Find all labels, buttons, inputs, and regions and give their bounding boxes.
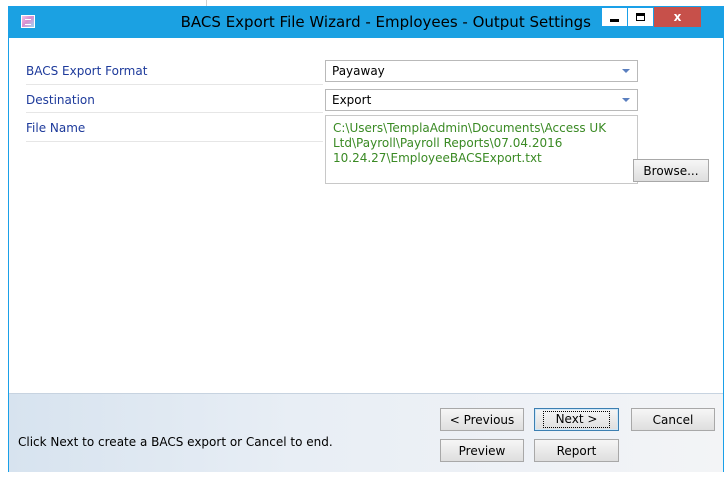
maximize-icon bbox=[636, 13, 645, 21]
previous-button[interactable]: < Previous bbox=[440, 408, 524, 431]
next-button-label: Next > bbox=[542, 411, 611, 428]
close-icon: x bbox=[673, 10, 682, 24]
maximize-button[interactable] bbox=[628, 7, 654, 27]
cancel-button[interactable]: Cancel bbox=[631, 408, 715, 431]
wizard-footer: Click Next to create a BACS export or Ca… bbox=[9, 393, 723, 472]
minimize-button[interactable] bbox=[601, 7, 628, 27]
window-title: BACS Export File Wizard - Employees - Ou… bbox=[180, 13, 591, 31]
chevron-down-icon bbox=[622, 98, 630, 102]
destination-dropdown-value: Export bbox=[332, 93, 372, 107]
close-button[interactable]: x bbox=[654, 7, 701, 27]
title-bar[interactable]: BACS Export File Wizard - Employees - Ou… bbox=[9, 7, 723, 38]
destination-label: Destination bbox=[26, 93, 95, 107]
file-name-field[interactable]: C:\Users\TemplaAdmin\Documents\Access UK… bbox=[325, 115, 638, 184]
format-row-divider bbox=[26, 84, 323, 85]
settings-panel: BACS Export Format Payaway Destination E… bbox=[9, 38, 723, 393]
report-button[interactable]: Report bbox=[534, 439, 619, 462]
file-name-row-divider bbox=[26, 141, 323, 142]
browse-button[interactable]: Browse... bbox=[633, 159, 709, 182]
chevron-down-icon bbox=[622, 69, 630, 73]
next-button[interactable]: Next > bbox=[534, 408, 619, 431]
wizard-window: BACS Export File Wizard - Employees - Ou… bbox=[8, 6, 724, 472]
file-name-label: File Name bbox=[26, 121, 86, 135]
destination-dropdown[interactable]: Export bbox=[325, 89, 638, 111]
destination-row-divider bbox=[26, 112, 323, 113]
format-label: BACS Export Format bbox=[26, 64, 148, 78]
footer-hint: Click Next to create a BACS export or Ca… bbox=[18, 435, 333, 449]
file-name-value: C:\Users\TemplaAdmin\Documents\Access UK… bbox=[333, 121, 607, 165]
minimize-icon bbox=[610, 18, 619, 22]
preview-button[interactable]: Preview bbox=[440, 439, 524, 462]
format-dropdown[interactable]: Payaway bbox=[325, 60, 638, 82]
format-dropdown-value: Payaway bbox=[332, 64, 385, 78]
